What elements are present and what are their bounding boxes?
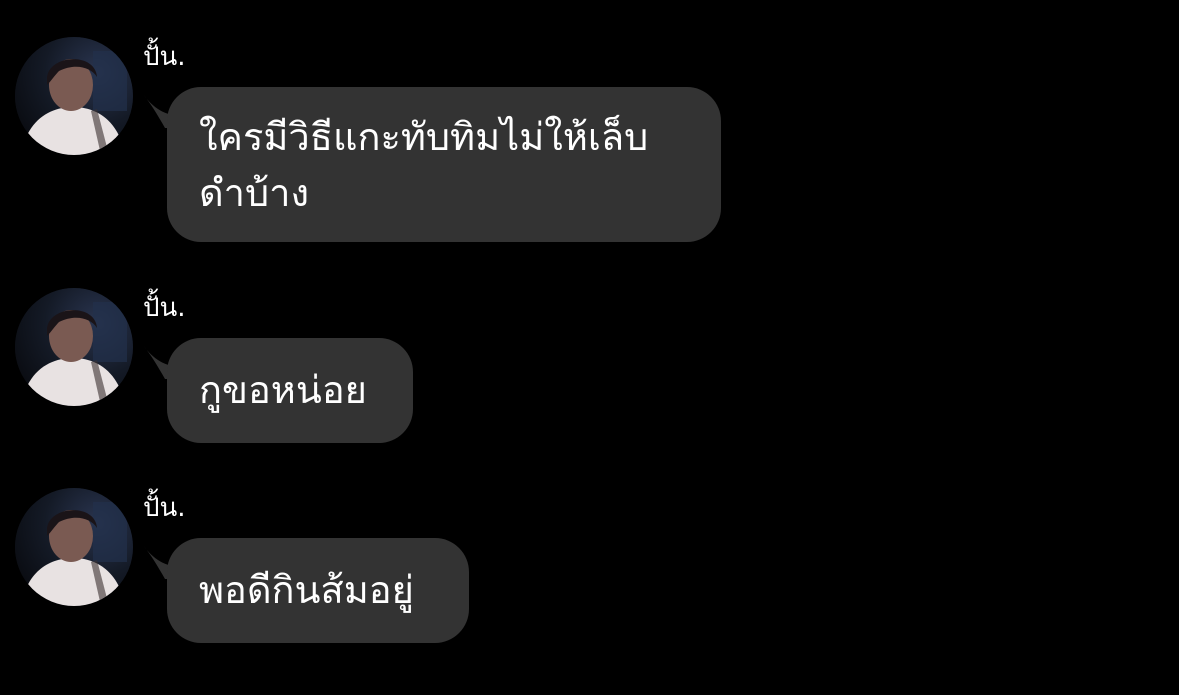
profile-photo-icon xyxy=(15,288,133,406)
avatar[interactable] xyxy=(15,488,133,606)
sender-name: ปั้น. xyxy=(143,493,186,523)
message-bubble[interactable]: กูขอหน่อย xyxy=(167,338,413,443)
message-text: พอดีกินส้มอยู่ xyxy=(199,568,414,612)
sender-name: ปั้น. xyxy=(143,293,186,323)
message-bubble[interactable]: ใครมีวิธีแกะทับทิมไม่ให้เล็บ ดำบ้าง xyxy=(167,87,721,242)
message-text: ใครมีวิธีแกะทับทิมไม่ให้เล็บ ดำบ้าง xyxy=(199,115,649,215)
message-text: กูขอหน่อย xyxy=(199,368,367,412)
sender-name: ปั้น. xyxy=(143,42,186,72)
profile-photo-icon xyxy=(15,488,133,606)
avatar[interactable] xyxy=(15,288,133,406)
message-bubble[interactable]: พอดีกินส้มอยู่ xyxy=(167,538,469,643)
profile-photo-icon xyxy=(15,37,133,155)
avatar[interactable] xyxy=(15,37,133,155)
chat-thread: ปั้น. ใครมีวิธีแกะทับทิมไม่ให้เล็บ ดำบ้า… xyxy=(0,0,1179,695)
